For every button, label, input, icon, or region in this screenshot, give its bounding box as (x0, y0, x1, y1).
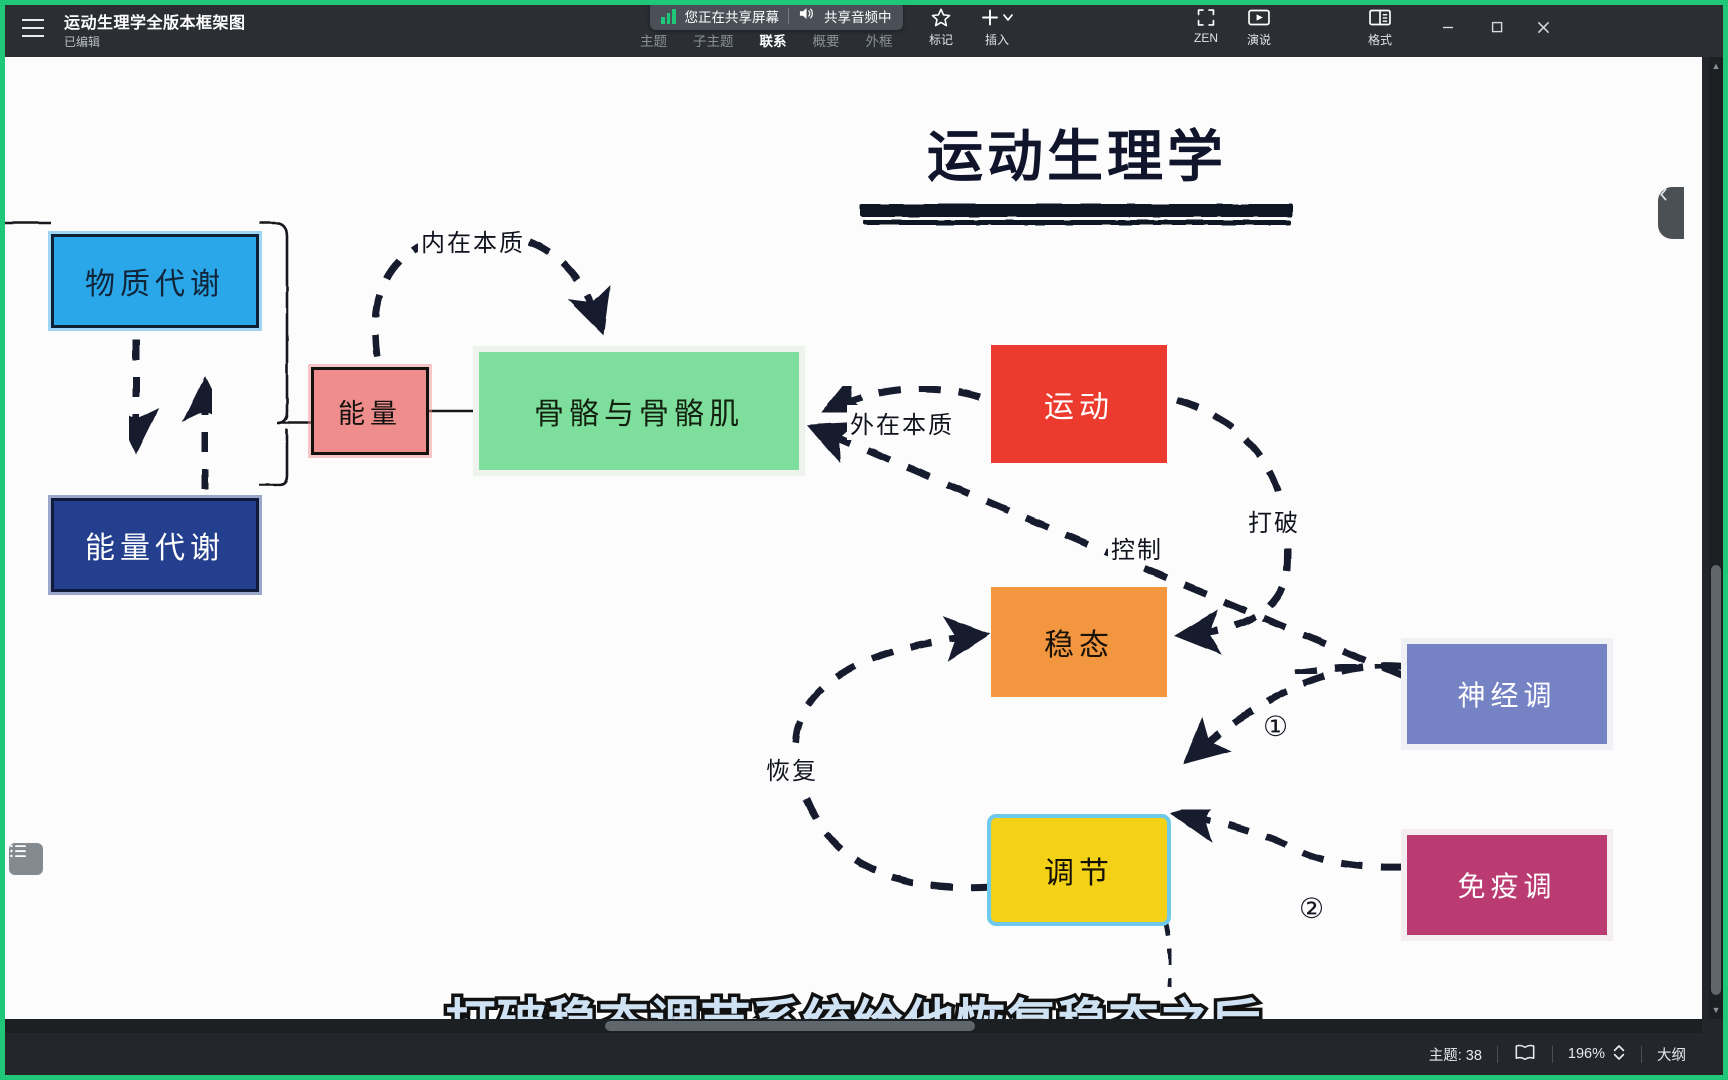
status-bar: 主题: 38 196% 大纲 (5, 1033, 1723, 1075)
plus-chevron-icon (978, 6, 1016, 28)
fullscreen-brackets-icon (1195, 6, 1217, 28)
map-view-button[interactable] (1498, 1043, 1552, 1066)
node-label: 神经调 (1457, 679, 1557, 712)
node-label: 运动 (1044, 390, 1114, 425)
pill-divider (788, 8, 789, 24)
edge-label-extrinsic[interactable]: 外在本质 (847, 405, 957, 440)
node-label: 能量 (338, 398, 402, 430)
scroll-down-icon[interactable]: ▼ (1709, 1003, 1723, 1017)
root-topic-title[interactable]: 运动生理学 (927, 112, 1227, 193)
node-label: 免疫调 (1457, 870, 1557, 903)
screen-share-indicator[interactable]: 您正在共享屏幕 共享音频中 (650, 2, 903, 30)
edge-label-number-two[interactable]: ② (1299, 895, 1324, 923)
screen-share-border-bottom (0, 1075, 1728, 1080)
horizontal-scrollbar[interactable] (5, 1019, 1702, 1033)
ribbon-menu: 主题 子主题 联系 概要 外框 (640, 30, 893, 50)
insert-button[interactable]: 插入 (968, 6, 1026, 54)
minimize-button[interactable] (1428, 12, 1468, 42)
node-skeleton-muscle[interactable]: 骨骼与骨骼肌 (479, 352, 799, 470)
node-immune-regulation[interactable]: 免疫调 (1407, 835, 1607, 935)
zen-label: ZEN (1194, 31, 1218, 45)
edge-label-control[interactable]: 控制 (1108, 530, 1166, 565)
vertical-scrollbar-thumb[interactable] (1711, 565, 1721, 995)
mark-label: 标记 (928, 33, 953, 47)
document-title: 运动生理学全版本框架图 (64, 15, 246, 32)
topic-count: 主题: 38 (1428, 1047, 1482, 1064)
node-label: 骨骼与骨骼肌 (534, 397, 744, 432)
book-map-icon (1513, 1043, 1537, 1066)
mark-button[interactable]: 标记 (912, 6, 970, 54)
node-neural-regulation[interactable]: 神经调 (1407, 644, 1607, 744)
app-window: 运动生理学全版本框架图 已编辑 主题 子主题 联系 概要 外框 标记 插入 ZE… (0, 0, 1728, 1080)
scroll-up-icon[interactable]: ▲ (1709, 59, 1723, 73)
right-panel-collapse-tab[interactable] (1658, 187, 1684, 239)
maximize-button[interactable] (1477, 12, 1517, 42)
menu-item-relation[interactable]: 联系 (760, 30, 787, 50)
zoom-control[interactable]: 196% (1553, 1043, 1641, 1066)
format-label: 格式 (1367, 33, 1392, 47)
node-label: 调节 (1044, 856, 1114, 891)
edge-label-intrinsic[interactable]: 内在本质 (418, 223, 528, 258)
screen-share-border-right (1723, 0, 1728, 1080)
mindmap-canvas[interactable]: 运动生理学 物质代谢 能量代谢 能量 骨骼与骨骼肌 运动 稳态 调节 神经调 免… (5, 57, 1702, 1019)
document-status: 已编辑 (64, 35, 101, 49)
format-button[interactable]: 格式 (1351, 6, 1409, 54)
edge-label-disrupt[interactable]: 打破 (1245, 503, 1303, 538)
updown-chevron-icon[interactable] (1612, 1043, 1626, 1066)
speaker-icon (798, 6, 815, 26)
menu-item-subtopic[interactable]: 子主题 (693, 30, 734, 50)
menu-item-summary[interactable]: 概要 (813, 30, 840, 50)
close-button[interactable] (1523, 12, 1563, 42)
node-energy-metabolism[interactable]: 能量代谢 (51, 498, 259, 592)
node-label: 稳态 (1044, 628, 1114, 663)
horizontal-scrollbar-thumb[interactable] (605, 1021, 975, 1031)
menu-item-topic[interactable]: 主题 (640, 30, 667, 50)
outline-view-button[interactable]: 大纲 (1642, 1044, 1701, 1065)
edge-label-recover[interactable]: 恢复 (763, 751, 821, 786)
node-exercise[interactable]: 运动 (991, 345, 1167, 463)
zoom-level-value: 196% (1567, 1046, 1605, 1062)
presentation-button[interactable]: 演说 (1230, 6, 1288, 54)
signal-bars-icon (661, 8, 676, 24)
node-energy[interactable]: 能量 (311, 367, 429, 455)
zen-button[interactable]: ZEN (1177, 6, 1235, 54)
share-audio-text: 共享音频中 (824, 10, 892, 25)
presentation-label: 演说 (1246, 33, 1271, 47)
node-material-metabolism[interactable]: 物质代谢 (51, 234, 259, 328)
menu-item-boundary[interactable]: 外框 (866, 30, 893, 50)
insert-label: 插入 (984, 33, 1009, 47)
node-regulation[interactable]: 调节 (991, 818, 1167, 922)
node-label: 物质代谢 (85, 267, 225, 302)
vertical-scrollbar[interactable]: ▲ ▼ (1709, 57, 1723, 1019)
node-homeostasis[interactable]: 稳态 (991, 587, 1167, 697)
share-screen-text: 您正在共享屏幕 (684, 10, 780, 25)
edge-label-number-one[interactable]: ① (1263, 713, 1288, 741)
hamburger-icon[interactable] (18, 14, 48, 42)
play-rect-icon (1247, 6, 1271, 28)
star-icon (930, 6, 952, 28)
outline-panel-toggle[interactable] (9, 843, 43, 875)
node-label: 能量代谢 (85, 531, 225, 566)
panel-layout-icon (1368, 6, 1392, 28)
